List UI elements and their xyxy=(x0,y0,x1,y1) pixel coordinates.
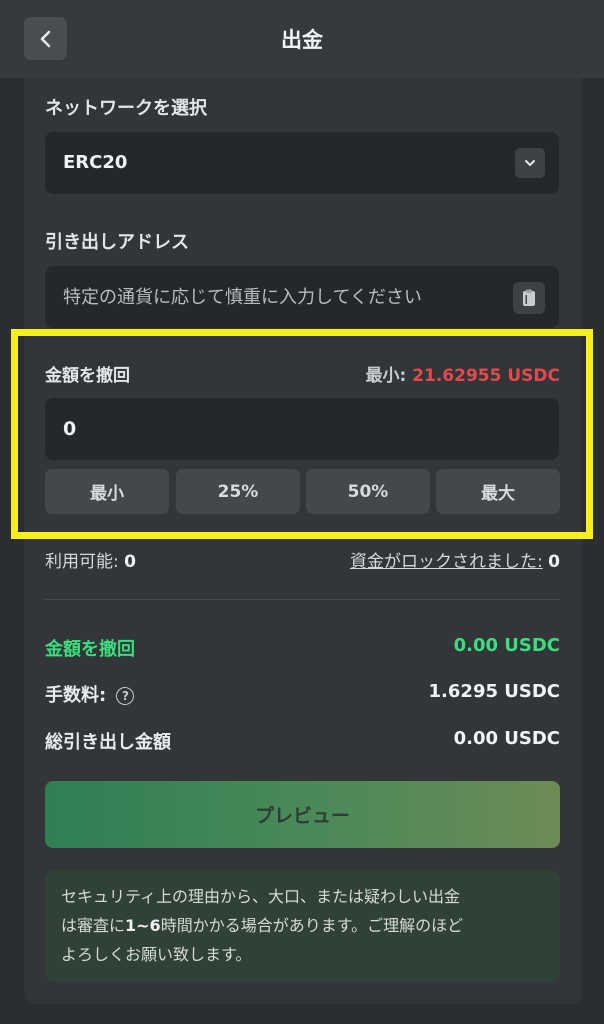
amount-label: 金額を撤回 xyxy=(45,366,130,386)
divider xyxy=(45,599,560,600)
back-button[interactable] xyxy=(24,17,67,60)
network-select[interactable]: ERC20 xyxy=(45,132,559,194)
locked-value: 0 xyxy=(548,552,560,572)
help-icon[interactable]: ? xyxy=(116,687,135,705)
available-balance: 利用可能: 0 xyxy=(45,547,136,572)
quick-amount-25-button[interactable]: 25% xyxy=(176,469,300,514)
chevron-left-icon xyxy=(40,30,50,47)
notice-line-1: セキュリティ上の理由から、大口、または疑わしい出金 xyxy=(61,887,461,906)
total-withdraw-label: 総引き出し金額 xyxy=(45,732,171,753)
fee-label: 手数料: xyxy=(45,685,107,706)
amount-input[interactable] xyxy=(63,398,543,460)
notice-line-2: は審査に1~6時間かかる場合があります。ご理解のほど xyxy=(61,916,464,935)
quick-amount-min-button[interactable]: 最小 xyxy=(45,469,169,514)
withdraw-amount-value: 0.00 USDC xyxy=(453,635,560,656)
minimum-value: 21.62955 USDC xyxy=(412,366,560,386)
locked-balance: 資金がロックされました: 0 xyxy=(350,547,560,572)
address-field[interactable] xyxy=(45,266,559,328)
address-label: 引き出しアドレス xyxy=(45,232,189,253)
network-dropdown-toggle[interactable] xyxy=(515,148,545,178)
minimum-prefix: 最小: xyxy=(365,366,407,386)
network-selected-value: ERC20 xyxy=(63,152,128,173)
locked-funds-link[interactable]: 資金がロックされました: xyxy=(350,552,543,572)
chevron-down-icon xyxy=(525,160,535,166)
notice-line-3: よろしくお願い致します。 xyxy=(61,945,252,964)
available-value: 0 xyxy=(124,552,136,572)
preview-button[interactable]: プレビュー xyxy=(45,781,560,848)
fee-value: 1.6295 USDC xyxy=(428,681,560,702)
fee-row: 手数料: ? xyxy=(45,681,135,707)
paste-button[interactable] xyxy=(513,282,545,314)
clipboard-icon xyxy=(523,289,535,306)
top-bar: 出金 xyxy=(0,0,604,78)
quick-amount-max-button[interactable]: 最大 xyxy=(436,469,560,514)
minimum-amount-note: 最小: 21.62955 USDC xyxy=(365,361,560,386)
amount-field[interactable] xyxy=(45,398,559,460)
withdraw-form-panel xyxy=(24,78,582,1004)
total-withdraw-value: 0.00 USDC xyxy=(453,728,560,749)
network-label: ネットワークを選択 xyxy=(45,98,207,119)
quick-amount-50-button[interactable]: 50% xyxy=(306,469,430,514)
page-title: 出金 xyxy=(281,28,323,52)
available-label: 利用可能: xyxy=(45,552,119,572)
address-input[interactable] xyxy=(63,266,493,328)
withdraw-amount-label: 金額を撤回 xyxy=(45,639,135,660)
security-notice: セキュリティ上の理由から、大口、または疑わしい出金 は審査に1~6時間かかる場合… xyxy=(45,870,560,982)
